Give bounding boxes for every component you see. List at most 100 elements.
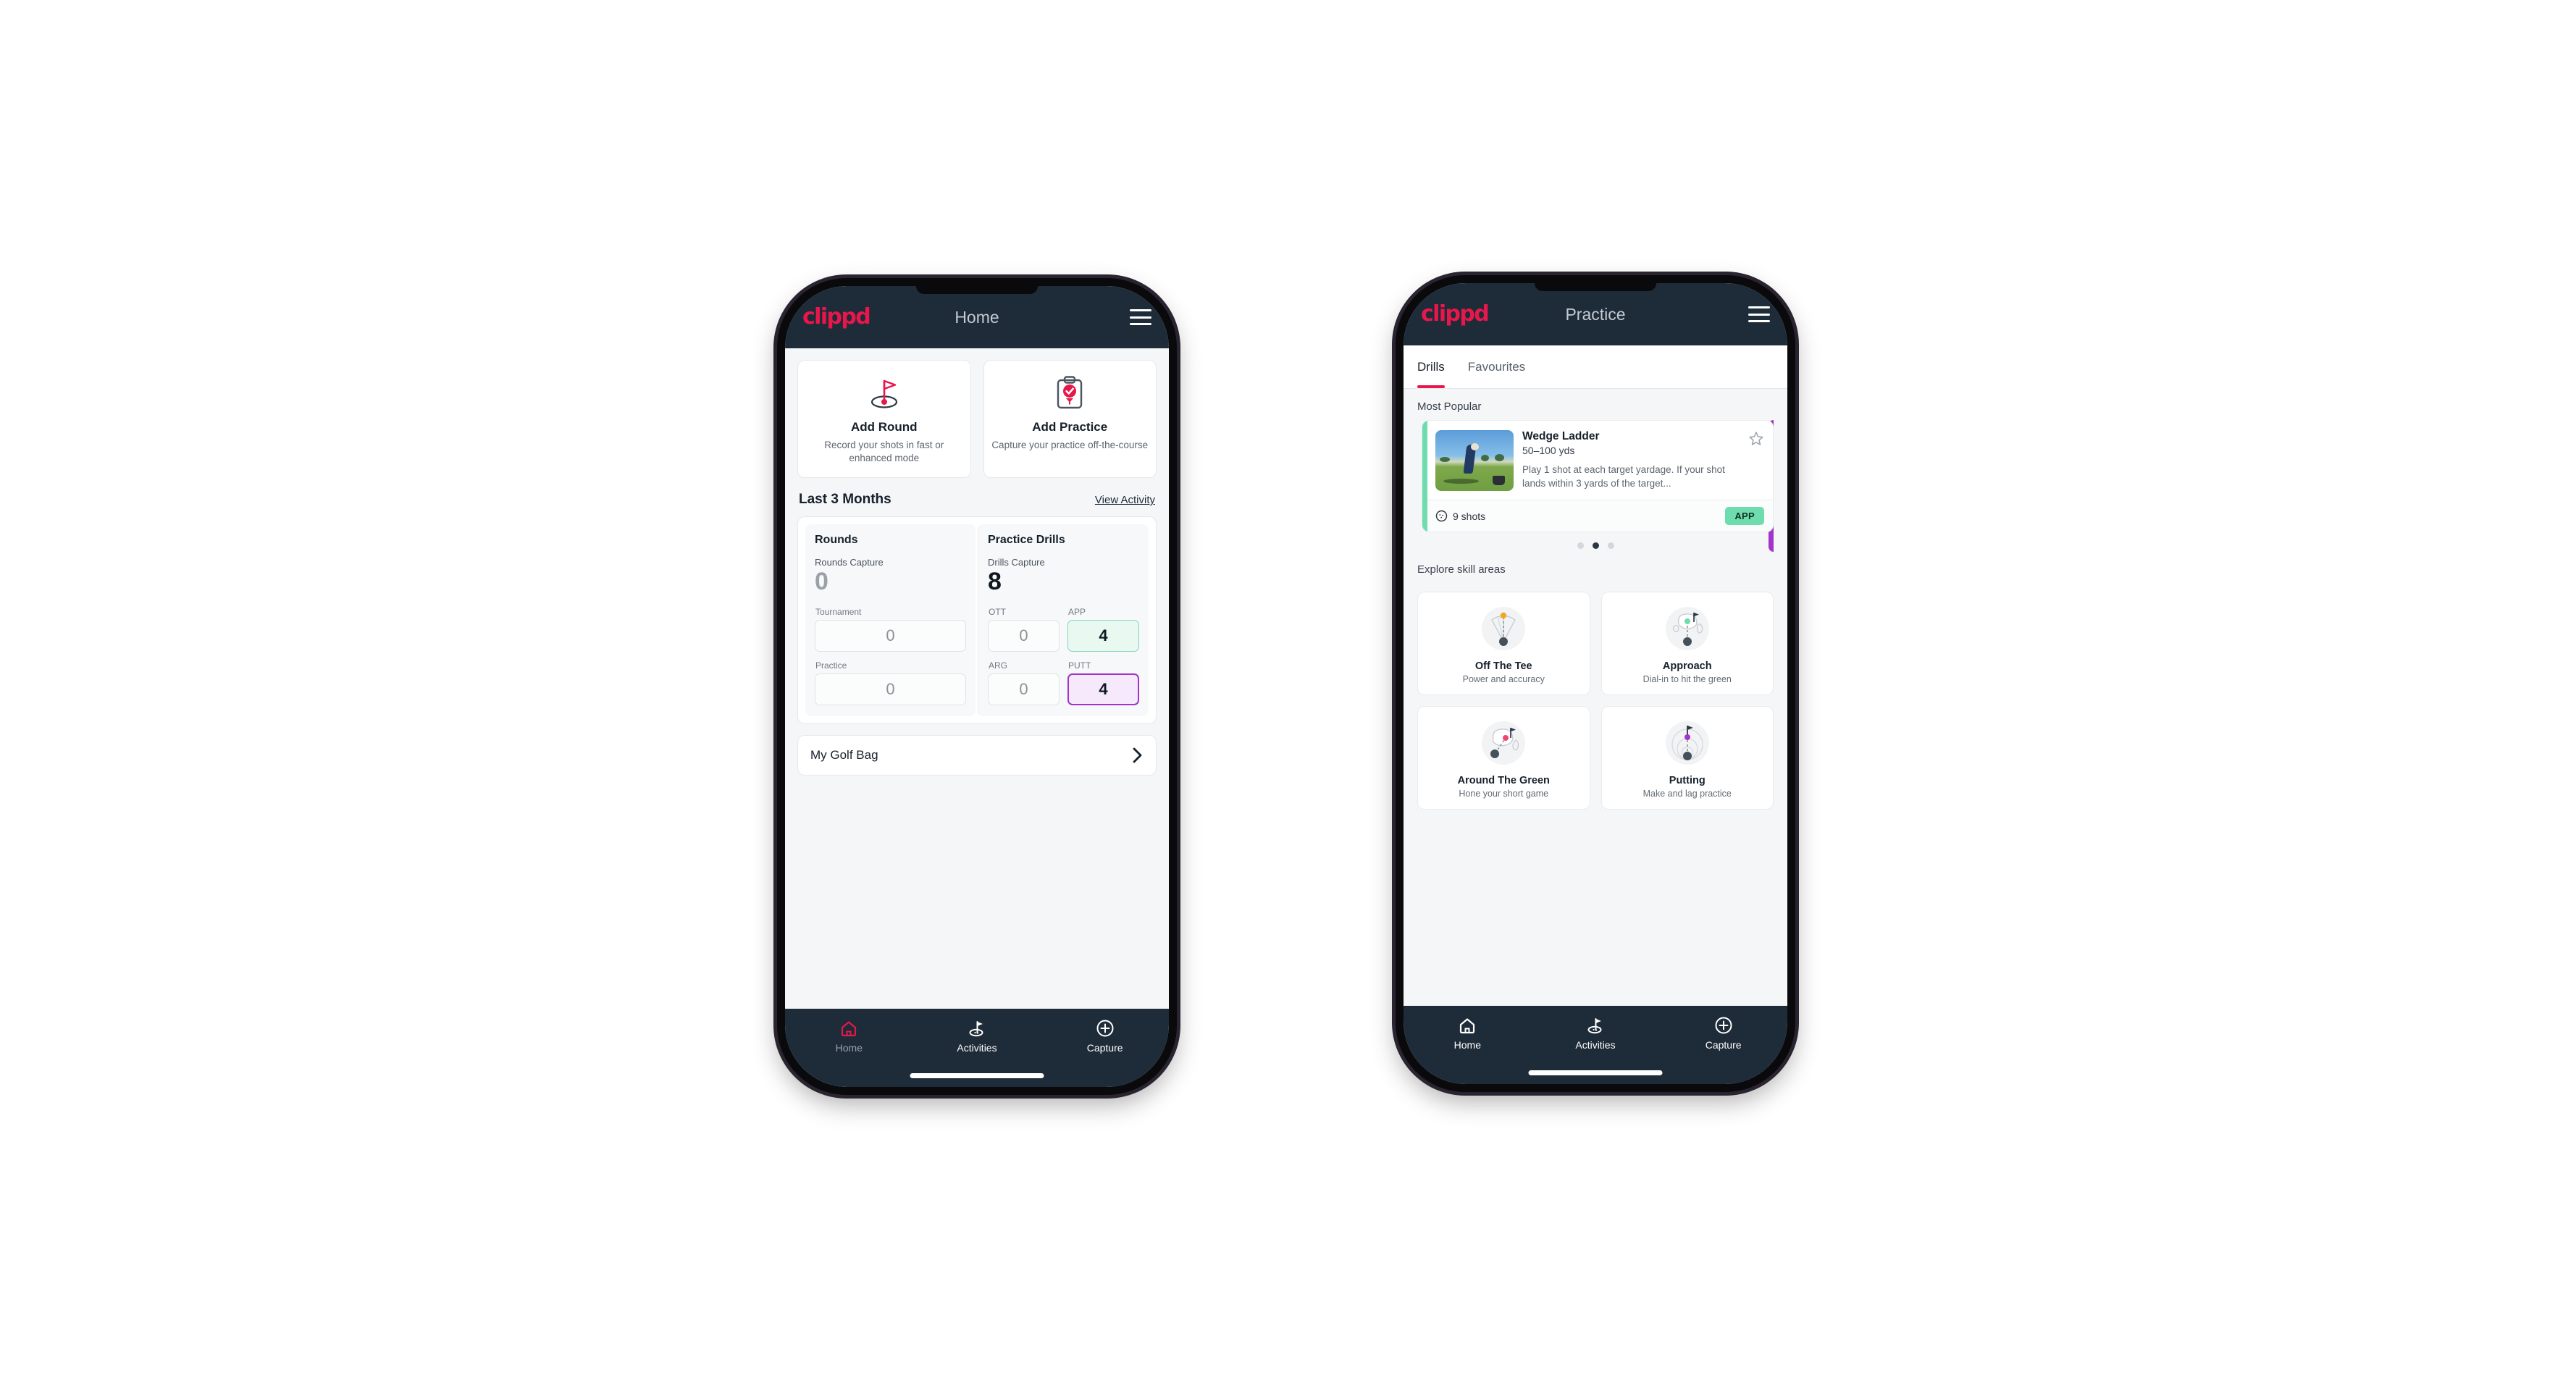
drill-carousel[interactable]: Wedge Ladder 50–100 yds Play 1 shot at e… [1404, 420, 1787, 552]
drill-thumbnail [1435, 430, 1514, 491]
drill-description: Play 1 shot at each target yardage. If y… [1522, 464, 1725, 490]
drill-yardage: 50–100 yds [1522, 445, 1575, 456]
tab-favourites[interactable]: Favourites [1468, 345, 1532, 388]
skill-card-off-the-tee[interactable]: Off The Tee Power and accuracy [1417, 592, 1590, 695]
rounds-capture-value: 0 [815, 568, 828, 595]
most-popular-label: Most Popular [1417, 400, 1482, 413]
ott-label: OTT [989, 606, 1006, 617]
skill-desc-around-the-green: Hone your short game [1459, 789, 1549, 799]
skill-card-around-the-green[interactable]: Around The Green Hone your short game [1417, 706, 1590, 810]
device-notch [916, 286, 1038, 294]
skill-card-approach[interactable]: Approach Dial-in to hit the green [1600, 592, 1774, 695]
add-round-desc: Record your shots in fast or enhanced mo… [824, 440, 944, 463]
nav-home-label: Home [1453, 1039, 1481, 1051]
quick-action-row: Add Round Record your shots in fast or e… [785, 348, 1169, 478]
home-indicator[interactable] [1528, 1070, 1663, 1075]
tournament-label: Tournament [815, 606, 862, 617]
skill-name-putting: Putting [1669, 775, 1706, 786]
nav-home[interactable]: Home [1404, 1016, 1531, 1051]
last-3-months-header: Last 3 Months View Activity [785, 478, 1169, 516]
home-indicator[interactable] [910, 1073, 1044, 1078]
carousel-dot-1[interactable] [1577, 542, 1584, 549]
golf-ball-icon [1435, 510, 1448, 522]
screenshot-canvas: clippd Home Add Round Record your shots … [0, 0, 2576, 1386]
hamburger-icon[interactable] [1748, 306, 1770, 322]
nav-activities-label: Activities [957, 1042, 997, 1054]
practice-bottom-nav: Home Activities Capture [1404, 1006, 1787, 1084]
view-activity-link[interactable]: View Activity [1095, 494, 1155, 506]
add-round-card[interactable]: Add Round Record your shots in fast or e… [797, 360, 971, 478]
clippd-logo[interactable]: clippd [1421, 303, 1490, 325]
app-stat: APP 4 [1067, 607, 1139, 652]
clippd-logo[interactable]: clippd [802, 306, 871, 328]
hamburger-icon[interactable] [1130, 309, 1151, 325]
tee-shot-dispersion-icon [1482, 607, 1526, 650]
skill-desc-approach: Dial-in to hit the green [1642, 674, 1732, 684]
skill-name-approach: Approach [1662, 660, 1712, 672]
plus-circle-icon [1096, 1019, 1115, 1038]
nav-capture-label: Capture [1086, 1042, 1123, 1054]
drill-info: Wedge Ladder 50–100 yds Play 1 shot at e… [1522, 430, 1740, 491]
add-practice-desc: Capture your practice off-the-course [991, 440, 1149, 450]
putt-stat: PUTT 4 [1067, 660, 1139, 705]
star-outline-icon[interactable] [1748, 431, 1764, 491]
skill-desc-putting: Make and lag practice [1642, 789, 1732, 799]
nav-capture[interactable]: Capture [1041, 1019, 1168, 1054]
add-round-title: Add Round [850, 420, 918, 434]
drills-capture-label: Drills Capture [988, 557, 1045, 568]
device-notch [1535, 283, 1656, 291]
my-golf-bag-label: My Golf Bag [810, 747, 878, 762]
drills-heading: Practice Drills [988, 534, 1065, 546]
section-title: Last 3 Months [799, 492, 891, 507]
app-value[interactable]: 4 [1067, 619, 1139, 652]
arg-stat: ARG 0 [988, 660, 1060, 705]
putt-value[interactable]: 4 [1067, 673, 1139, 705]
nav-home[interactable]: Home [786, 1019, 912, 1054]
rounds-heading: Rounds [815, 534, 858, 546]
putting-rings-icon [1665, 721, 1709, 765]
carousel-dot-2[interactable] [1592, 542, 1599, 549]
home-appbar: clippd Home [785, 286, 1169, 348]
home-screen: clippd Home Add Round Record your shots … [785, 286, 1169, 1087]
nav-activities[interactable]: Activities [1532, 1016, 1659, 1051]
ott-stat: OTT 0 [988, 607, 1060, 652]
rounds-stat-column: Rounds Rounds Capture 0 Tournament 0 Pra… [805, 524, 976, 716]
tournament-value[interactable]: 0 [815, 619, 966, 652]
chevron-right-icon [1133, 747, 1142, 763]
practice-label: Practice [815, 660, 847, 671]
practice-stat: Practice 0 [815, 660, 966, 705]
skill-desc-off-the-tee: Power and accuracy [1462, 674, 1545, 684]
home-bottom-nav: Home Activities Capture [785, 1009, 1169, 1087]
arg-label: ARG [989, 660, 1008, 671]
carousel-dot-3[interactable] [1607, 542, 1614, 549]
nav-capture[interactable]: Capture [1660, 1016, 1787, 1051]
rounds-capture-label: Rounds Capture [815, 557, 884, 568]
home-icon [1458, 1016, 1477, 1035]
practice-appbar: clippd Practice [1404, 283, 1787, 345]
arg-value[interactable]: 0 [988, 673, 1060, 705]
nav-activities[interactable]: Activities [914, 1019, 1041, 1054]
putt-label: PUTT [1068, 660, 1091, 671]
drill-card-top: Wedge Ladder 50–100 yds Play 1 shot at e… [1422, 421, 1773, 500]
practice-value[interactable]: 0 [815, 673, 966, 705]
skill-name-around-the-green: Around The Green [1457, 775, 1550, 786]
drill-card-footer: 9 shots APP [1422, 500, 1773, 532]
explore-skill-areas-label: Explore skill areas [1417, 563, 1506, 576]
skill-card-putting[interactable]: Putting Make and lag practice [1600, 706, 1774, 810]
ott-value[interactable]: 0 [988, 619, 1060, 652]
phone-device-practice: clippd Practice Drills Favourites Most P… [1396, 275, 1795, 1092]
carousel-dots[interactable] [1417, 532, 1774, 552]
drill-shots-label: 9 shots [1453, 510, 1486, 522]
golf-flag-icon [1585, 1016, 1606, 1035]
around-green-icon [1482, 721, 1526, 765]
skill-name-off-the-tee: Off The Tee [1474, 660, 1532, 672]
tournament-stat: Tournament 0 [815, 607, 966, 652]
practice-screen: clippd Practice Drills Favourites Most P… [1404, 283, 1787, 1084]
add-practice-card[interactable]: Add Practice Capture your practice off-t… [983, 360, 1157, 478]
home-icon [839, 1019, 858, 1038]
drill-card-wedge-ladder[interactable]: Wedge Ladder 50–100 yds Play 1 shot at e… [1422, 420, 1774, 532]
arg-putt-row: ARG 0 PUTT 4 [988, 660, 1139, 705]
stats-card: Rounds Rounds Capture 0 Tournament 0 Pra… [797, 516, 1157, 724]
my-golf-bag-row[interactable]: My Golf Bag [797, 734, 1157, 776]
tab-drills[interactable]: Drills [1417, 345, 1452, 388]
